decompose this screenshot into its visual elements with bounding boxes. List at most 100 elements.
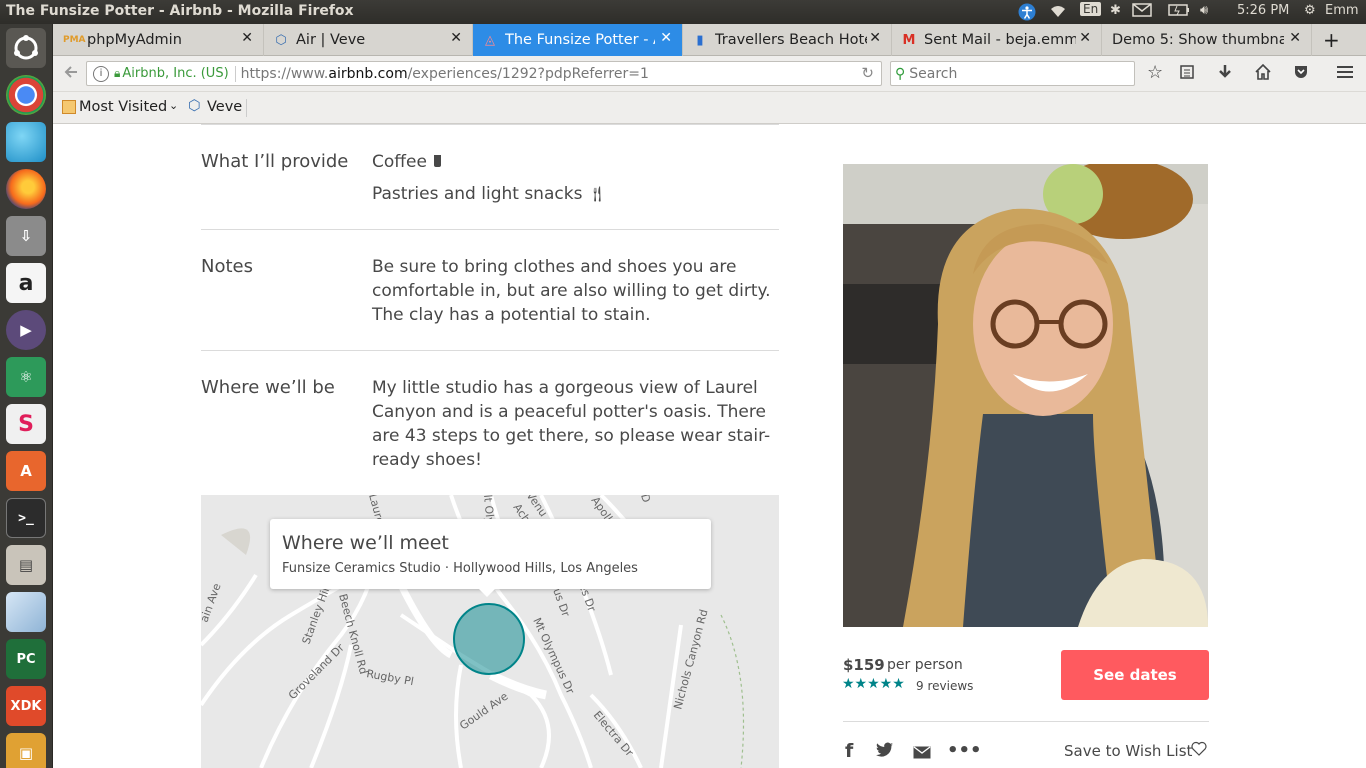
map-card-title: Where we’ll meet xyxy=(282,532,449,554)
bluetooth-icon[interactable]: ✱ xyxy=(1110,3,1121,18)
host-photo xyxy=(843,164,1208,627)
folder-icon xyxy=(62,100,76,114)
provide-item-coffee: Coffee xyxy=(372,150,442,174)
tab-label: Demo 5: Show thumbnail xyxy=(1112,32,1284,48)
location-circle xyxy=(453,603,525,675)
amazon-icon[interactable]: a xyxy=(6,263,46,303)
close-icon[interactable]: ✕ xyxy=(1289,30,1301,46)
fork-knife-icon: 🍴︎ xyxy=(587,185,607,203)
tab-phpmyadmin[interactable]: PMA phpMyAdmin ✕ xyxy=(55,24,264,56)
twitter-icon[interactable] xyxy=(876,742,894,762)
tab-veve[interactable]: ⬡ Air | Veve ✕ xyxy=(264,24,473,56)
clock[interactable]: 5:26 PM xyxy=(1237,3,1289,18)
tab-demo5[interactable]: Demo 5: Show thumbnail ✕ xyxy=(1102,24,1312,56)
tab-label: phpMyAdmin xyxy=(87,32,182,48)
coffee-cup-icon xyxy=(434,155,442,167)
archive-icon[interactable]: ▣ xyxy=(6,733,46,768)
tab-gmail[interactable]: M Sent Mail - beja.emmar ✕ xyxy=(892,24,1102,56)
tab-label: Sent Mail - beja.emmar xyxy=(924,32,1076,48)
tab-airbnb[interactable]: ◬ The Funsize Potter - Ai ✕ xyxy=(473,24,683,56)
volume-icon[interactable]: 🔊︎ xyxy=(1200,3,1208,18)
firefox-icon[interactable] xyxy=(6,169,46,209)
new-tab-button[interactable]: + xyxy=(1315,24,1347,56)
back-arrow-icon[interactable] xyxy=(63,64,79,84)
terminal-icon[interactable]: >_ xyxy=(6,498,46,538)
url-path: /experiences/1292?pdpReferrer=1 xyxy=(407,65,649,82)
phpmyadmin-icon: PMA xyxy=(63,35,86,45)
reload-icon[interactable]: ↻ xyxy=(861,64,874,82)
pocket-icon[interactable] xyxy=(1293,64,1309,84)
hotel-icon: ▮ xyxy=(696,32,704,48)
file-cabinet-icon[interactable]: ▤ xyxy=(6,545,46,585)
mail-icon[interactable] xyxy=(1132,3,1152,21)
gmail-icon: M xyxy=(902,32,916,48)
slack-icon[interactable]: S xyxy=(6,404,46,444)
url-prefix: https://www. xyxy=(240,65,329,82)
provide-heading: What I’ll provide xyxy=(201,151,349,172)
chrome-icon[interactable] xyxy=(6,75,46,115)
more-options-icon[interactable]: ••• xyxy=(947,740,982,761)
price-unit: per person xyxy=(887,657,963,673)
info-icon[interactable]: i xyxy=(93,65,109,82)
where-text: My little studio has a gorgeous view of … xyxy=(372,378,771,470)
save-wishlist-button[interactable]: Save to Wish List xyxy=(1064,742,1192,760)
page-content: What I’ll provide Coffee Pastries and li… xyxy=(54,124,1366,768)
price: $159 xyxy=(843,656,885,674)
unity-launcher: ⇩ a ▶ ⚛ S A >_ ▤ PC XDK ▣ xyxy=(0,24,53,768)
virtualbox-icon[interactable] xyxy=(6,592,46,632)
veve-bookmark[interactable]: Veve xyxy=(207,99,242,115)
most-visited-button[interactable]: Most Visited xyxy=(79,99,167,115)
home-icon[interactable] xyxy=(1255,63,1271,84)
installer-icon[interactable]: ⇩ xyxy=(6,216,46,256)
card-pointer xyxy=(478,588,496,597)
close-icon[interactable]: ✕ xyxy=(450,30,462,46)
chevron-down-icon: ⌄ xyxy=(169,99,179,112)
settings-gear-icon[interactable]: ⚙ xyxy=(1304,3,1316,18)
email-icon[interactable] xyxy=(913,744,931,763)
reviews-link[interactable]: 9 reviews xyxy=(916,679,973,693)
url-bar[interactable]: i 🔒︎ Airbnb, Inc. (US) https://www. airbn… xyxy=(86,61,882,86)
map-card-subtitle: Funsize Ceramics Studio · Hollywood Hill… xyxy=(282,561,638,576)
veve-icon: ⬡ xyxy=(188,98,201,114)
pycharm-icon[interactable]: PC xyxy=(6,639,46,679)
heart-icon[interactable] xyxy=(1191,741,1207,760)
site-identity[interactable]: Airbnb, Inc. (US) xyxy=(122,66,228,81)
search-placeholder: Search xyxy=(909,65,958,82)
battery-icon[interactable] xyxy=(1168,3,1190,21)
star-rating: ★★★★★ xyxy=(842,676,905,692)
bookmarks-toolbar: Most Visited ⌄ ⬡ Veve xyxy=(53,92,1366,124)
downloads-icon[interactable] xyxy=(1217,64,1233,84)
close-icon[interactable]: ✕ xyxy=(869,30,881,46)
ubuntu-dash-icon[interactable] xyxy=(6,28,46,68)
search-input[interactable]: ⚲ Search xyxy=(890,61,1135,86)
xdk-icon[interactable]: XDK xyxy=(6,686,46,726)
close-icon[interactable]: ✕ xyxy=(241,30,253,46)
bookmarks-list-icon[interactable] xyxy=(1179,64,1195,84)
meeting-point-card: Where we’ll meet Funsize Ceramics Studio… xyxy=(270,519,711,597)
atom-icon[interactable]: ⚛ xyxy=(6,357,46,397)
browser-icon[interactable] xyxy=(6,122,46,162)
menu-hamburger-icon[interactable] xyxy=(1336,64,1354,84)
window-title: The Funsize Potter - Airbnb - Mozilla Fi… xyxy=(6,3,354,19)
airbnb-icon: ◬ xyxy=(485,32,495,48)
close-icon[interactable]: ✕ xyxy=(1079,30,1091,46)
user-name[interactable]: Emm xyxy=(1325,3,1359,18)
host-photo-illustration xyxy=(843,164,1208,627)
notes-text: Be sure to bring clothes and shoes you a… xyxy=(372,257,771,325)
tab-label: The Funsize Potter - Ai xyxy=(505,32,655,48)
media-player-icon[interactable]: ▶ xyxy=(6,310,46,350)
facebook-icon[interactable]: f xyxy=(845,740,853,762)
tab-label: Travellers Beach Hotel xyxy=(715,32,867,48)
location-map[interactable]: Stanley Hills Beech Knoll Rd Rugby Pl Gr… xyxy=(201,495,779,768)
notes-heading: Notes xyxy=(201,256,253,277)
see-dates-button[interactable]: See dates xyxy=(1061,650,1209,700)
close-icon[interactable]: ✕ xyxy=(660,30,672,46)
provide-item-snacks: Pastries and light snacks 🍴︎ xyxy=(372,184,607,204)
tab-travellers-hotel[interactable]: ▮ Travellers Beach Hotel ✕ xyxy=(683,24,892,56)
wifi-icon[interactable] xyxy=(1048,3,1068,23)
keyboard-layout[interactable]: En xyxy=(1080,2,1102,16)
accessibility-icon[interactable] xyxy=(1016,3,1038,25)
software-center-icon[interactable]: A xyxy=(6,451,46,491)
bookmark-star-icon[interactable]: ☆ xyxy=(1147,62,1163,83)
where-heading: Where we’ll be xyxy=(201,377,335,398)
